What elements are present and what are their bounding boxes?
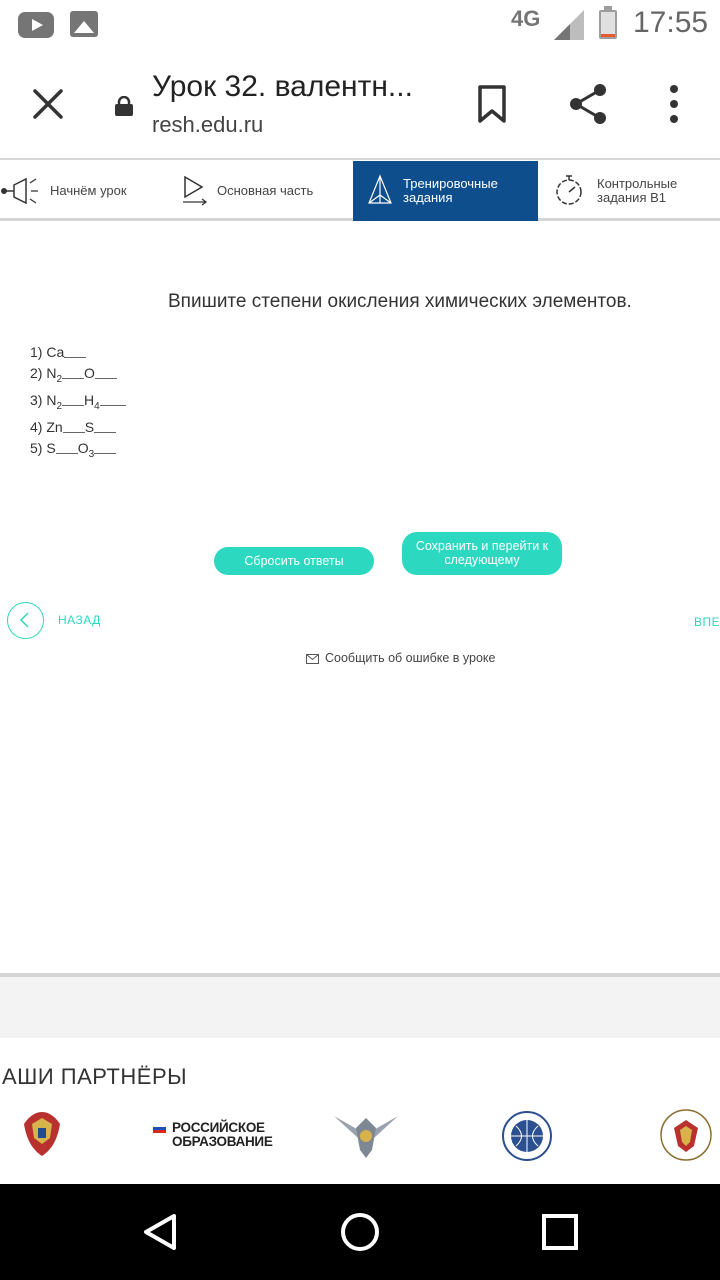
battery-icon [599, 6, 617, 39]
clock: 17:55 [633, 6, 709, 39]
list-item: 2) N2 O [30, 363, 126, 390]
lock-icon [115, 96, 133, 116]
lesson-tabs: Начнём урок Основная часть Тренировочные… [0, 161, 720, 221]
tab-label: Контрольные задания В1 [597, 176, 678, 205]
back-triangle-icon[interactable] [140, 1212, 180, 1252]
tab-control-tasks[interactable]: Контрольные задания В1 [538, 161, 720, 221]
mail-icon [306, 654, 319, 664]
save-and-next-button[interactable]: Сохранить и перейти к следующему [402, 532, 562, 575]
page-url[interactable]: resh.edu.ru [152, 112, 263, 138]
close-icon[interactable] [28, 84, 68, 124]
network-type: 4G [511, 6, 541, 31]
share-icon[interactable] [566, 82, 610, 126]
coat-of-arms-logo[interactable] [20, 1108, 64, 1160]
historical-society-logo[interactable] [656, 1108, 716, 1162]
answer-input[interactable] [55, 442, 78, 454]
recent-apps-icon[interactable] [540, 1212, 580, 1252]
bookmark-icon[interactable] [476, 84, 508, 124]
answer-input[interactable] [62, 394, 85, 406]
tab-label: Основная часть [217, 183, 314, 198]
tab-label: Начнём урок [50, 183, 127, 198]
more-options-icon[interactable] [664, 84, 684, 124]
answer-input[interactable] [94, 421, 117, 434]
footer-band [0, 977, 720, 1038]
back-button[interactable] [7, 602, 44, 639]
answer-input[interactable] [94, 367, 117, 379]
list-item: 1) Ca [30, 342, 126, 363]
signal-icon [554, 10, 584, 40]
chevron-left-icon [19, 612, 29, 628]
back-link[interactable]: НАЗАД [58, 613, 101, 627]
stopwatch-icon [556, 175, 582, 205]
status-bar: 4G 17:55 [0, 0, 720, 50]
tab-main-part[interactable]: Основная часть [170, 161, 353, 221]
rosobrnadzor-logo[interactable] [332, 1110, 400, 1162]
partners-title: АШИ ПАРТНЁРЫ [2, 1064, 188, 1089]
megaphone-icon [1, 177, 38, 205]
reset-answers-button[interactable]: Сбросить ответы [214, 547, 374, 575]
page-title: Урок 32. валентн... [152, 70, 413, 103]
pyramid-icon [368, 174, 392, 204]
next-link[interactable]: ВПЕРЁД [694, 615, 720, 629]
list-item: 4) Zn S [30, 417, 126, 438]
answer-input[interactable] [62, 367, 85, 379]
browser-toolbar: Урок 32. валентн... resh.edu.ru [0, 50, 720, 160]
task-list: 1) Ca 2) N2 O 3) N2 H4 4) Zn S 5) S O3 [30, 342, 126, 465]
task-content: Впишите степени окисления химических эле… [0, 236, 720, 976]
gallery-notification-icon [70, 11, 98, 37]
tab-label: Тренировочные задания [403, 176, 498, 205]
list-item: 3) N2 H4 [30, 390, 126, 417]
russian-flag-icon [153, 1124, 166, 1133]
answer-input[interactable] [99, 394, 126, 406]
geographic-society-logo[interactable] [496, 1110, 558, 1162]
answer-input[interactable] [62, 421, 85, 434]
play-icon [183, 175, 208, 206]
task-title: Впишите степени окисления химических эле… [168, 291, 632, 312]
answer-input[interactable] [64, 346, 87, 358]
answer-input[interactable] [94, 442, 117, 454]
youtube-notification-icon [18, 12, 54, 38]
home-circle-icon[interactable] [338, 1210, 382, 1254]
tab-start-lesson[interactable]: Начнём урок [0, 161, 170, 221]
list-item: 5) S O3 [30, 438, 126, 465]
tab-training-tasks[interactable]: Тренировочные задания [353, 161, 538, 221]
report-error-link[interactable]: Сообщить об ошибке в уроке [306, 651, 496, 665]
system-navigation-bar [0, 1184, 720, 1280]
russian-education-logo[interactable]: РОССИЙСКОЕ ОБРАЗОВАНИЕ [172, 1121, 273, 1149]
